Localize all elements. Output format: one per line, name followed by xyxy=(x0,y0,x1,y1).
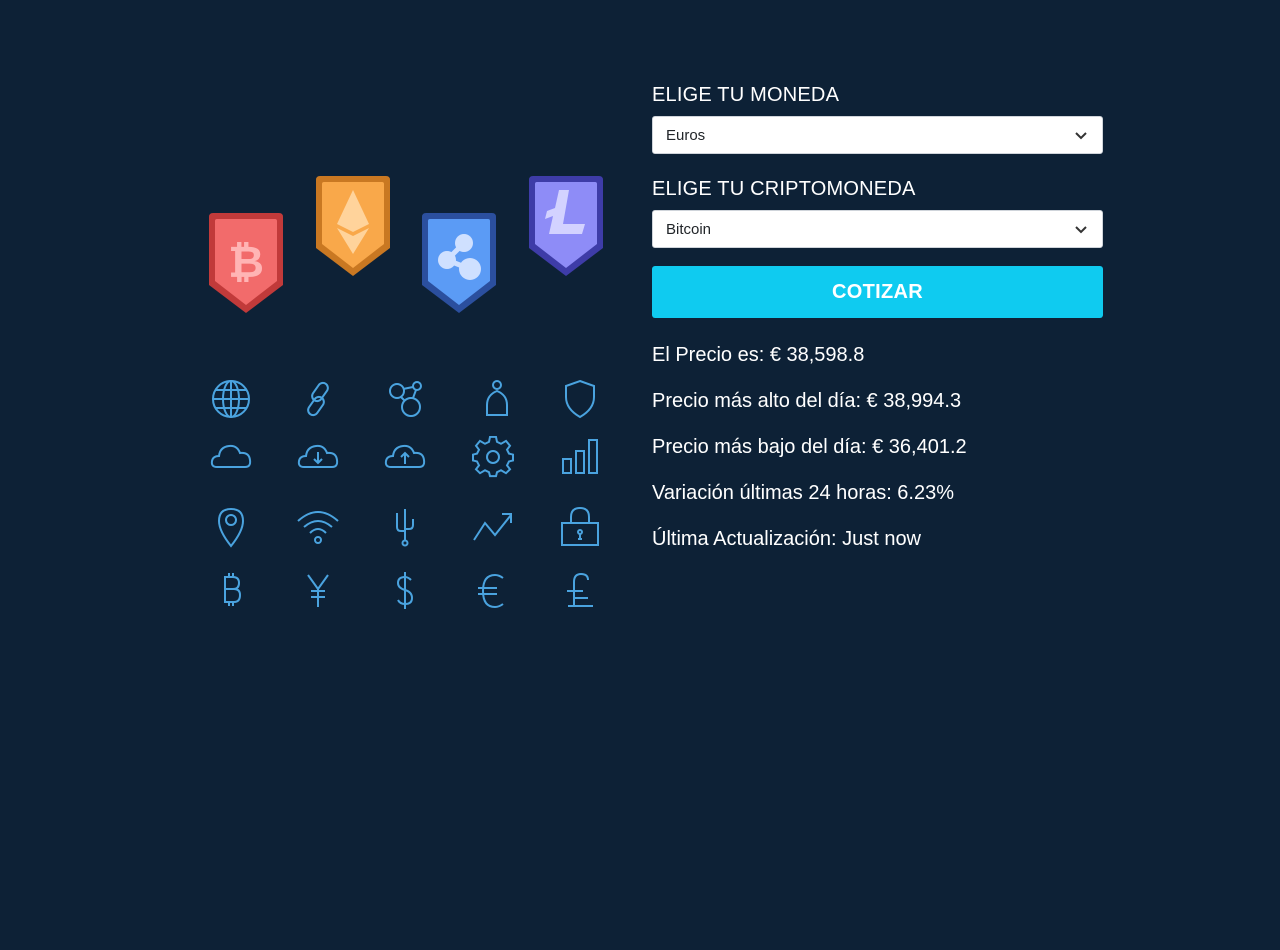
crypto-badges: ₿ xyxy=(195,165,615,325)
pound-icon xyxy=(558,569,602,613)
icon-grid xyxy=(195,365,615,625)
bitcoin-badge-icon: ₿ xyxy=(209,213,283,313)
user-icon xyxy=(475,377,519,421)
currency-select[interactable]: Euros xyxy=(652,116,1103,154)
page: ₿ ELIGE TU MONEDA Euros ELIGE TU CRIPTOM… xyxy=(0,0,1280,950)
lock-icon xyxy=(558,505,602,549)
location-pin-icon xyxy=(209,505,253,549)
crypto-illustration: ₿ xyxy=(195,165,615,625)
high-price-text: Precio más alto del día: € 38,994.3 xyxy=(652,390,962,412)
last-update-text: Última Actualización: Just now xyxy=(652,528,922,550)
usb-icon xyxy=(383,505,427,549)
bar-chart-icon xyxy=(558,435,602,479)
ripple-badge-icon xyxy=(422,213,496,313)
chevron-down-icon xyxy=(1075,226,1087,234)
currency-label: ELIGE TU MONEDA xyxy=(652,84,840,106)
litecoin-badge-icon xyxy=(529,176,603,276)
quote-button[interactable]: COTIZAR xyxy=(652,266,1103,318)
crypto-label: ELIGE TU CRIPTOMONEDA xyxy=(652,178,916,200)
link-icon xyxy=(296,377,340,421)
network-icon xyxy=(383,377,427,421)
bitcoin-symbol-icon xyxy=(209,569,253,613)
currency-select-value: Euros xyxy=(666,127,706,144)
chevron-down-icon xyxy=(1075,132,1087,140)
trend-up-icon xyxy=(471,505,515,549)
crypto-select[interactable]: Bitcoin xyxy=(652,210,1103,248)
cloud-icon xyxy=(209,435,253,479)
dollar-icon xyxy=(383,569,427,613)
wifi-icon xyxy=(296,505,340,549)
euro-icon xyxy=(471,569,515,613)
cloud-download-icon xyxy=(296,435,340,479)
shield-icon xyxy=(558,377,602,421)
gear-icon xyxy=(471,435,515,479)
yen-icon xyxy=(296,569,340,613)
results-panel: El Precio es: € 38,598.8 Precio más alto… xyxy=(652,342,1103,552)
ethereum-badge-icon xyxy=(316,176,390,276)
cloud-upload-icon xyxy=(383,435,427,479)
price-text: El Precio es: € 38,598.8 xyxy=(652,344,865,366)
crypto-select-value: Bitcoin xyxy=(666,221,712,238)
change-text: Variación últimas 24 horas: 6.23% xyxy=(652,482,955,504)
low-price-text: Precio más bajo del día: € 36,401.2 xyxy=(652,436,967,458)
quote-form: ELIGE TU MONEDA Euros ELIGE TU CRIPTOMON… xyxy=(652,82,1103,572)
globe-icon xyxy=(209,377,253,421)
svg-text:₿: ₿ xyxy=(228,237,264,288)
